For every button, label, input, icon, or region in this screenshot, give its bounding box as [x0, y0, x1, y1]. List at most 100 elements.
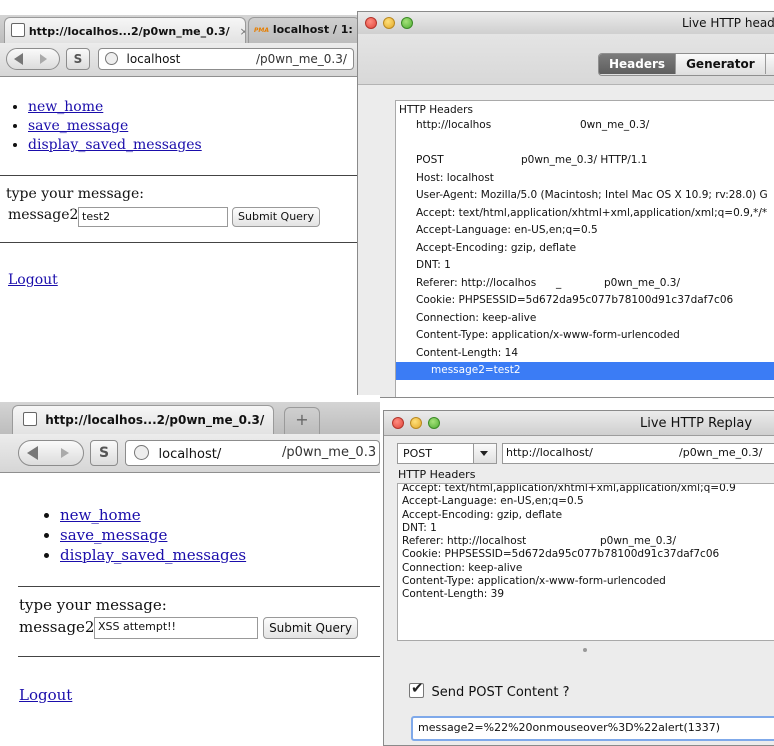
- headers-list: http://localhos 0wn_me_0.3/ POST p0wn_me…: [396, 117, 774, 380]
- top-logout-link[interactable]: Logout: [8, 272, 58, 288]
- url-line-left: http://localhos: [416, 119, 492, 131]
- resize-grip-icon[interactable]: [583, 648, 587, 652]
- nav-item-save-message: save_message: [60, 525, 246, 545]
- top-url-host: localhost: [126, 52, 181, 66]
- top-url-bar[interactable]: localhost /p0wn_me_0.3/: [98, 48, 354, 70]
- replay-url-left: http://localhost/: [506, 446, 593, 459]
- bottom-prompt: type your message:: [19, 596, 167, 614]
- replay-header-line: DNT: 1: [402, 521, 437, 534]
- bottom-url-bar[interactable]: localhost/ /p0wn_me_0.3: [125, 440, 380, 466]
- back-arrow-icon[interactable]: [27, 446, 38, 460]
- post-content-input[interactable]: message2=%22%20onmouseover%3D%22alert(13…: [411, 716, 774, 741]
- bottom-logout-link[interactable]: Logout: [19, 686, 72, 704]
- send-post-label: Send POST Content ?: [431, 685, 570, 700]
- post-line-left: POST: [416, 154, 444, 166]
- top-message-input[interactable]: test2: [78, 207, 228, 227]
- header-line: Content-Length: 14: [416, 346, 519, 359]
- checkmark-icon: ✔: [411, 679, 424, 697]
- referer-right: p0wn_me_0.3/: [604, 276, 681, 289]
- top-tab-phpmyadmin[interactable]: PMA localhost / 1:: [248, 17, 360, 43]
- link-save-message[interactable]: save_message: [28, 118, 128, 134]
- globe-icon: [134, 445, 149, 460]
- live-replay-title: Live HTTP Replay: [640, 416, 753, 431]
- link-display-saved-messages[interactable]: display_saved_messages: [60, 546, 246, 564]
- replay-header-line: Content-Type: application/x-www-form-url…: [402, 575, 666, 588]
- bottom-back-forward[interactable]: [18, 440, 84, 466]
- header-line-blank: [396, 135, 774, 153]
- top-divider-1: [0, 175, 360, 176]
- live-headers-window: Live HTTP head HeadersGeneratorC HTTP He…: [357, 11, 774, 398]
- replay-header-line: Cookie: PHPSESSID=5d672da95c077b78100d91…: [402, 548, 720, 561]
- replay-header-line: Accept-Language: en-US,en;q=0.5: [402, 495, 584, 508]
- method-select[interactable]: POST: [397, 443, 497, 464]
- nav-item-display-saved: display_saved_messages: [28, 136, 202, 155]
- tab-headers[interactable]: Headers: [599, 54, 677, 74]
- bottom-tab-active[interactable]: http://localhos...2/p0wn_me_0.3/: [12, 405, 274, 434]
- top-back-forward[interactable]: [6, 48, 60, 70]
- top-prompt: type your message:: [6, 186, 144, 202]
- nav-item-display-saved: display_saved_messages: [60, 545, 246, 565]
- top-submit-button[interactable]: Submit Query: [232, 207, 320, 227]
- replay-url-input[interactable]: http://localhost/ /p0wn_me_0.3/: [502, 443, 774, 464]
- nav-item-new-home: new_home: [60, 505, 246, 525]
- bottom-tab-title: http://localhos...2/p0wn_me_0.3/: [45, 413, 265, 427]
- tab-close-icon[interactable]: ×: [239, 25, 245, 38]
- bottom-message-input[interactable]: XSS attempt!!: [94, 617, 258, 639]
- replay-headers-textarea[interactable]: Accept: text/html,application/xhtml+xml,…: [397, 483, 774, 641]
- top-field-label: message2:: [8, 207, 84, 223]
- zoom-window-icon[interactable]: [401, 17, 413, 29]
- bottom-field-label: message2:: [19, 618, 100, 636]
- link-new-home[interactable]: new_home: [28, 99, 103, 115]
- close-window-icon[interactable]: [365, 17, 377, 29]
- plus-icon: +: [295, 410, 309, 429]
- page-favicon-icon: [23, 412, 37, 426]
- headers-section-label: HTTP Headers: [399, 104, 473, 116]
- back-arrow-icon[interactable]: [14, 53, 23, 65]
- header-line: DNT: 1: [416, 259, 451, 271]
- minimize-window-icon[interactable]: [410, 417, 422, 429]
- tab-config[interactable]: C: [766, 54, 774, 74]
- forward-arrow-icon[interactable]: [40, 54, 47, 64]
- send-post-checkbox[interactable]: ✔: [409, 679, 424, 698]
- top-tab-active[interactable]: http://localhos...2/p0wn_me_0.3/ ×: [4, 17, 246, 43]
- replay-referer-left: Referer: http://localhost: [402, 535, 527, 548]
- header-line: Accept-Language: en-US,en;q=0.5: [416, 224, 598, 236]
- live-headers-title: Live HTTP head: [682, 16, 774, 30]
- live-replay-window: Live HTTP Replay POST http://localhost/ …: [383, 410, 774, 746]
- link-new-home[interactable]: new_home: [60, 506, 141, 524]
- live-headers-panel: HTTP Headers http://localhos 0wn_me_0.3/…: [395, 100, 774, 397]
- link-display-saved-messages[interactable]: display_saved_messages: [28, 137, 202, 153]
- live-headers-tabs: HeadersGeneratorC: [598, 53, 774, 76]
- top-s-button[interactable]: S: [66, 48, 90, 70]
- replay-header-line: Accept: text/html,application/xhtml+xml,…: [402, 483, 736, 494]
- top-tab2-title: localhost / 1:: [272, 23, 353, 36]
- phpmyadmin-favicon-icon: PMA: [254, 27, 270, 34]
- replay-headers-label: HTTP Headers: [398, 468, 476, 481]
- forward-arrow-icon[interactable]: [61, 448, 69, 458]
- replay-header-line: Accept-Encoding: gzip, deflate: [402, 508, 563, 521]
- globe-icon: [105, 52, 118, 65]
- nav-item-save-message: save_message: [28, 117, 202, 136]
- bottom-s-button[interactable]: S: [90, 440, 118, 466]
- zoom-window-icon[interactable]: [428, 417, 440, 429]
- link-save-message[interactable]: save_message: [60, 526, 167, 544]
- replay-referer-right: p0wn_me_0.3/: [600, 535, 677, 548]
- bottom-divider-2: [18, 656, 380, 657]
- header-line: Host: localhost: [416, 171, 494, 184]
- top-nav-links: new_home save_message display_saved_mess…: [0, 98, 202, 155]
- tab-generator[interactable]: Generator: [676, 54, 766, 74]
- selected-post-body-line[interactable]: message2=test2: [396, 362, 774, 380]
- header-line-post: POST p0wn_me_0.3/ HTTP/1.1: [396, 152, 774, 170]
- top-tab-title: http://localhos...2/p0wn_me_0.3/: [28, 25, 230, 38]
- header-line: Cookie: PHPSESSID=5d672da95c077b78100d91…: [416, 294, 734, 306]
- bottom-submit-button[interactable]: Submit Query: [263, 617, 358, 639]
- nav-item-new-home: new_home: [28, 98, 202, 117]
- replay-header-line: Connection: keep-alive: [402, 561, 523, 574]
- bottom-divider-1: [18, 586, 380, 587]
- minimize-window-icon[interactable]: [383, 17, 395, 29]
- referer-mid: _: [556, 276, 562, 289]
- top-divider-2: [0, 242, 360, 243]
- close-window-icon[interactable]: [392, 417, 404, 429]
- post-content-value: message2=%22%20onmouseover%3D%22alert(13…: [418, 721, 721, 734]
- new-tab-button[interactable]: +: [284, 407, 320, 434]
